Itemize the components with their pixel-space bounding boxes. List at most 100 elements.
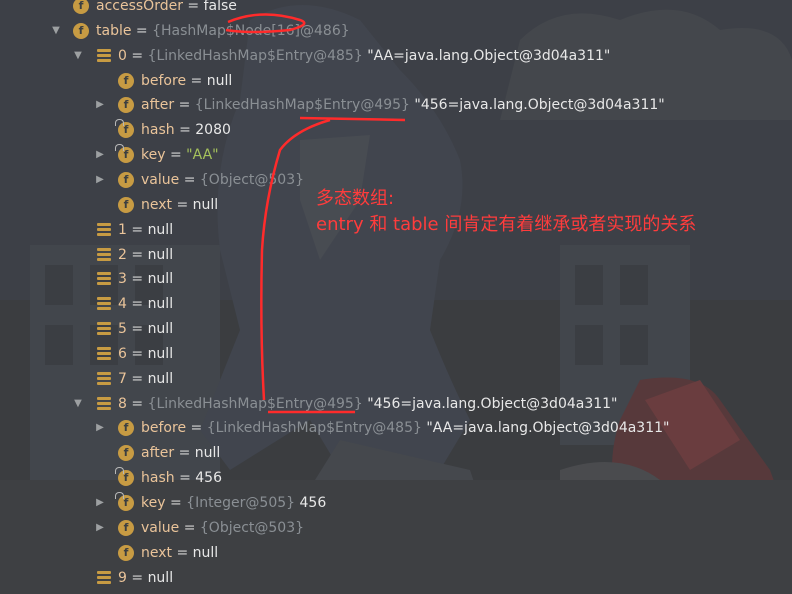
variable-value: null <box>147 246 174 263</box>
collapse-arrow-icon[interactable]: ▶ <box>94 168 106 192</box>
tree-row-accessOrder[interactable]: f accessOrder = false <box>0 0 792 18</box>
collapse-arrow-icon[interactable]: ▶ <box>94 491 106 515</box>
variable-value: null <box>206 72 233 89</box>
collapse-arrow-icon[interactable]: ▶ <box>94 93 106 117</box>
variable-name: 9 <box>118 569 127 586</box>
row-text: next = null <box>141 193 218 217</box>
expand-arrow-icon[interactable]: ▼ <box>72 44 84 68</box>
variable-value: null <box>147 221 174 238</box>
field-icon: f <box>118 196 134 213</box>
row-text: 6 = null <box>118 342 173 366</box>
tree-row-6[interactable]: 6 = null <box>0 342 792 366</box>
variable-value: null <box>147 370 174 387</box>
tree-row-3[interactable]: 3 = null <box>0 267 792 291</box>
field-icon: f <box>118 171 134 188</box>
row-text: value = {Object@503} <box>141 516 304 540</box>
row-text: 7 = null <box>118 367 173 391</box>
annotation-line-1: 多态数组: <box>316 188 395 209</box>
variable-value: 456 <box>195 470 222 487</box>
tree-row-next[interactable]: f next = null <box>0 541 792 565</box>
variable-value: null <box>192 196 219 213</box>
tree-row-7[interactable]: 7 = null <box>0 367 792 391</box>
variable-name: 0 <box>118 47 127 64</box>
equals-sign: = <box>172 544 193 561</box>
tree-row-0[interactable]: ▼ 0 = {LinkedHashMap$Entry@485} "AA=java.… <box>0 44 792 68</box>
equals-sign: = <box>172 196 193 213</box>
tree-row-key[interactable]: ▶ f key = "AA" <box>0 143 792 167</box>
row-text: before = {LinkedHashMap$Entry@485} "AA=j… <box>141 416 669 440</box>
tree-row-hash[interactable]: f hash = 2080 <box>0 118 792 142</box>
tree-row-before[interactable]: f before = null <box>0 69 792 93</box>
tree-row-after[interactable]: f after = null <box>0 441 792 465</box>
equals-sign: = <box>126 296 148 313</box>
tree-row-8[interactable]: ▼ 8 = {LinkedHashMap$Entry@495} "456=java… <box>0 392 792 416</box>
field-icon: f <box>118 519 134 536</box>
tree-row-value[interactable]: ▶ f value = {Object@503} <box>0 516 792 540</box>
row-text: table = {HashMap$Node[16]@486} <box>96 19 350 43</box>
equals-sign: = <box>131 22 153 39</box>
string-value: "AA" <box>186 147 219 164</box>
row-text: 9 = null <box>118 566 173 590</box>
object-reference: {LinkedHashMap$Entry@485} <box>147 47 363 64</box>
variable-name: next <box>141 544 173 561</box>
equals-sign: = <box>126 221 148 238</box>
tree-row-4[interactable]: 4 = null <box>0 292 792 316</box>
variable-value: null <box>147 296 174 313</box>
equals-sign: = <box>174 470 196 487</box>
variable-name: 4 <box>118 296 127 313</box>
row-text: before = null <box>141 69 232 93</box>
row-text: 1 = null <box>118 218 173 242</box>
annotation-line-2: entry 和 table 间肯定有着继承或者实现的关系 <box>316 214 697 235</box>
variable-name: after <box>141 445 175 462</box>
equals-sign: = <box>182 0 204 14</box>
row-text: after = null <box>141 441 220 465</box>
array-element-icon <box>97 48 111 63</box>
variable-name: value <box>141 519 180 536</box>
object-reference: {Integer@505} <box>186 495 296 511</box>
variable-name: accessOrder <box>96 0 183 14</box>
field-icon: f <box>118 72 134 89</box>
tree-row-2[interactable]: 2 = null <box>0 243 792 267</box>
array-element-icon <box>97 570 111 585</box>
equals-sign: = <box>126 271 148 288</box>
object-tostring: "456=java.lang.Object@3d04a311" <box>362 395 618 412</box>
collapse-arrow-icon[interactable]: ▶ <box>94 416 106 440</box>
variable-name: after <box>141 97 175 114</box>
array-element-icon <box>97 297 111 311</box>
expand-arrow-icon[interactable]: ▼ <box>72 392 84 416</box>
array-element-icon <box>97 222 111 237</box>
tree-row-before[interactable]: ▶ f before = {LinkedHashMap$Entry@485} "AA… <box>0 416 792 440</box>
variable-name: key <box>141 147 166 164</box>
row-text: 2 = null <box>118 243 173 267</box>
array-element-icon <box>97 272 111 286</box>
expand-arrow-icon[interactable]: ▼ <box>50 19 62 43</box>
tree-row-after[interactable]: ▶ f after = {LinkedHashMap$Entry@495} "456… <box>0 93 792 117</box>
tree-row-key[interactable]: ▶ f key = {Integer@505} 456 <box>0 491 792 515</box>
array-element-icon <box>97 396 111 411</box>
collapse-arrow-icon[interactable]: ▶ <box>94 143 106 167</box>
tree-row-9[interactable]: 9 = null <box>0 566 792 590</box>
equals-sign: = <box>179 171 200 188</box>
variable-name: key <box>141 495 166 511</box>
equals-sign: = <box>126 395 148 412</box>
variable-name: 1 <box>118 221 127 238</box>
field-icon: f <box>118 544 134 561</box>
object-reference: {LinkedHashMap$Entry@485} <box>206 420 422 437</box>
array-element-icon <box>97 247 111 262</box>
variable-name: 3 <box>118 271 127 288</box>
variable-value: false <box>203 0 237 14</box>
tree-row-table[interactable]: ▼ f table = {HashMap$Node[16]@486} <box>0 19 792 43</box>
row-text: 0 = {LinkedHashMap$Entry@485} "AA=java.l… <box>118 44 610 68</box>
variable-value: null <box>147 321 174 338</box>
object-reference: {HashMap$Node[16]@486} <box>152 22 350 39</box>
equals-sign: = <box>174 122 196 139</box>
collapse-arrow-icon[interactable]: ▶ <box>94 516 106 540</box>
variable-name: hash <box>141 470 175 487</box>
tree-row-5[interactable]: 5 = null <box>0 317 792 341</box>
row-text: hash = 456 <box>141 466 222 490</box>
final-field-icon: f <box>115 492 134 511</box>
object-reference: {LinkedHashMap$Entry@495} <box>194 97 410 114</box>
row-text: value = {Object@503} <box>141 168 304 192</box>
tree-row-hash[interactable]: f hash = 456 <box>0 466 792 490</box>
field-icon: f <box>118 445 134 462</box>
